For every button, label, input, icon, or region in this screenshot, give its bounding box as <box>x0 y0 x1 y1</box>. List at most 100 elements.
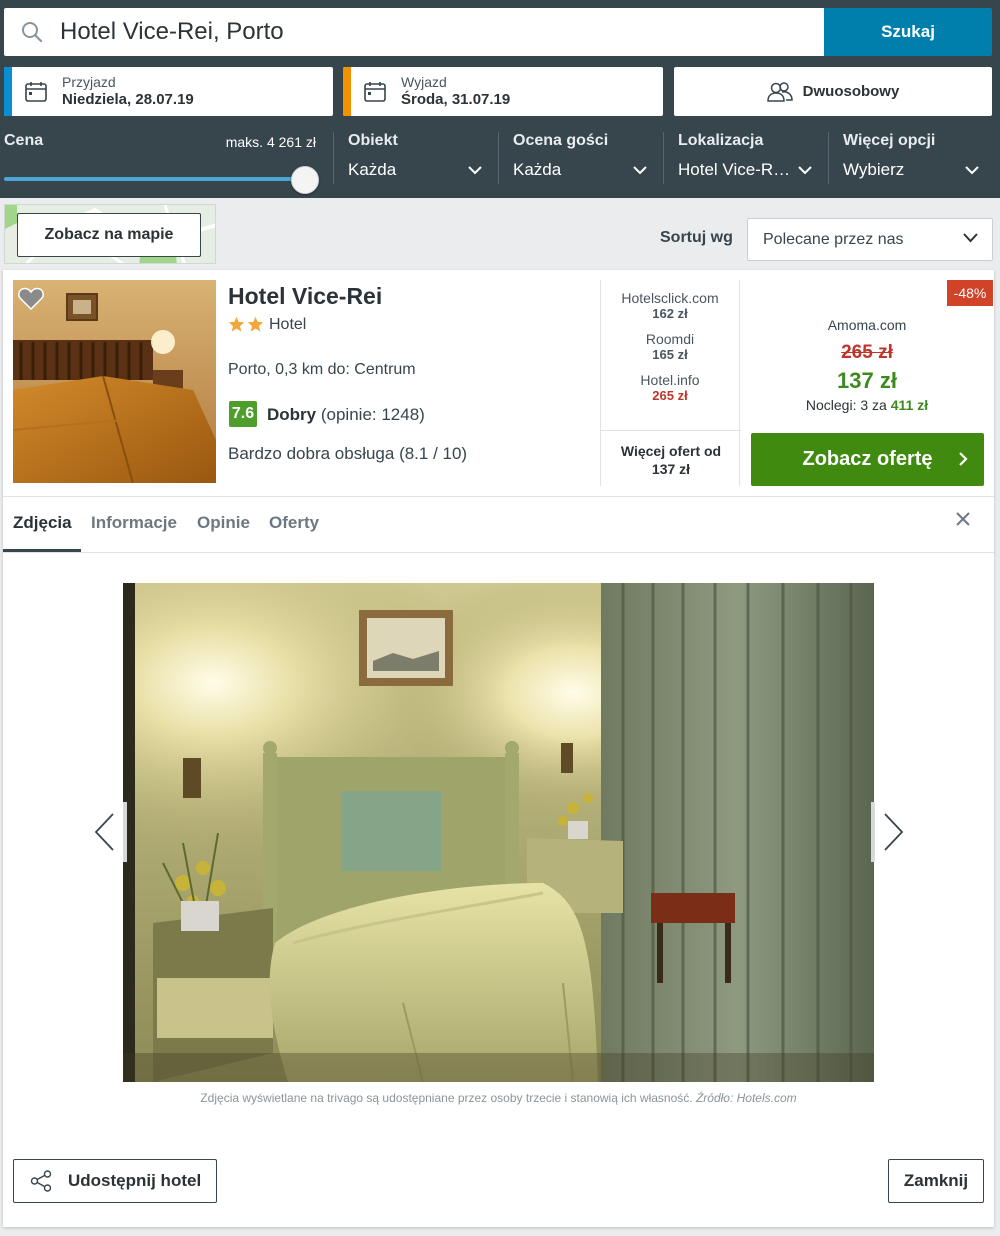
best-deal-old-price: 265 zł <box>841 342 893 363</box>
guests-icon <box>766 81 793 102</box>
gallery-prev-button[interactable] <box>81 802 127 862</box>
rating-word: Dobry <box>267 405 317 424</box>
offer-item[interactable]: Roomdi 165 zł <box>601 331 739 362</box>
sort-value: Polecane przez nas <box>763 230 904 248</box>
rating-summary[interactable]: Dobry (opinie: 1248) <box>267 405 425 425</box>
chevron-down-icon <box>965 166 979 175</box>
hotel-name[interactable]: Hotel Vice-Rei <box>228 283 382 310</box>
sort-select[interactable]: Polecane przez nas <box>747 218 993 261</box>
offer-item[interactable]: Hotelsclick.com 162 zł <box>601 290 739 321</box>
hotel-type: Hotel <box>269 316 307 333</box>
gallery-photo[interactable] <box>123 583 874 1082</box>
rating-count: (opinie: 1248) <box>320 405 425 424</box>
photo-credit-text: Zdjęcia wyświetlane na trivago są udostę… <box>200 1091 693 1105</box>
search-icon <box>4 21 60 43</box>
offer-site: Roomdi <box>645 331 695 347</box>
checkout-stripe <box>343 67 351 116</box>
room-type-selector[interactable]: Dwuosobowy <box>674 67 992 116</box>
offer-site: Hotelsclick.com <box>621 290 719 306</box>
hotel-thumbnail[interactable] <box>13 280 216 483</box>
chevron-down-icon <box>798 166 812 175</box>
tab-info[interactable]: Informacje <box>91 513 177 533</box>
filter-label: Ocena gości <box>513 132 609 149</box>
other-offers: Hotelsclick.com 162 zł Roomdi 165 zł Hot… <box>600 280 741 486</box>
hotel-location: Porto, 0,3 km do: Centrum <box>228 361 416 378</box>
search-button[interactable]: Szukaj <box>824 8 992 56</box>
offer-price: 165 zł <box>652 347 688 362</box>
photo-credit: Zdjęcia wyświetlane na trivago są udostę… <box>3 1091 994 1105</box>
view-map-button[interactable]: Zobacz na mapie <box>17 213 201 257</box>
share-icon <box>30 1170 52 1192</box>
star-icon <box>228 316 245 332</box>
chevron-down-icon <box>468 166 482 175</box>
hotel-result-card: Hotel Vice-Rei Hotel Porto, 0,3 km do: C… <box>3 270 994 1227</box>
offer-item[interactable]: Hotel.info 265 zł <box>601 372 739 403</box>
sort-label: Sortuj wg <box>660 229 733 246</box>
share-hotel-button[interactable]: Udostępnij hotel <box>13 1159 217 1203</box>
offer-price: 162 zł <box>652 306 688 321</box>
checkout-value: Środa, 31.07.19 <box>401 90 511 108</box>
checkout-field[interactable]: Wyjazd Środa, 31.07.19 <box>343 67 663 116</box>
filter-location[interactable]: Lokalizacja Hotel Vice-R… <box>678 132 818 184</box>
tab-deals[interactable]: Oferty <box>269 513 319 533</box>
price-filter: Cena maks. 4 261 zł <box>4 132 320 194</box>
calendar-icon <box>25 81 47 102</box>
chevron-right-icon <box>959 452 968 466</box>
more-offers-price: 137 zł <box>651 460 691 477</box>
more-offers-label: Więcej ofert od <box>620 443 722 459</box>
nights-total: 411 zł <box>890 397 929 413</box>
filter-property-type[interactable]: Obiekt Każda <box>348 132 488 184</box>
filter-divider <box>498 132 499 184</box>
checkin-field[interactable]: Przyjazd Niedziela, 28.07.19 <box>4 67 333 116</box>
price-max: maks. 4 261 zł <box>225 134 316 150</box>
close-icon[interactable] <box>956 512 970 526</box>
service-rating: Bardzo dobra obsługa (8.1 / 10) <box>228 444 468 463</box>
filter-value: Każda <box>348 160 397 179</box>
checkin-label: Przyjazd <box>62 74 116 91</box>
gallery-next-button[interactable] <box>871 802 917 862</box>
rating-badge: 7.6 <box>229 401 257 427</box>
share-label: Udostępnij hotel <box>68 1171 202 1190</box>
filter-label: Obiekt <box>348 132 398 149</box>
filter-more-options[interactable]: Więcej opcji Wybierz <box>843 132 985 184</box>
best-deal-site: Amoma.com <box>827 317 907 333</box>
filters-bar: Cena maks. 4 261 zł Obiekt Każda Ocena g… <box>0 124 1000 194</box>
chevron-right-icon <box>884 813 904 851</box>
filter-label: Więcej opcji <box>843 132 936 149</box>
more-offers-link[interactable]: Więcej ofert od 137 zł <box>601 430 741 478</box>
star-icon <box>247 316 264 332</box>
view-deal-label: Zobacz ofertę <box>802 448 933 470</box>
tab-reviews[interactable]: Opinie <box>197 513 250 533</box>
detail-tabs: Zdjęcia Informacje Opinie Oferty <box>3 497 994 553</box>
price-slider-track[interactable] <box>4 177 304 181</box>
price-slider-handle[interactable] <box>291 166 319 194</box>
favorite-heart-icon[interactable] <box>18 287 44 310</box>
filter-value: Każda <box>513 160 562 179</box>
filter-label: Lokalizacja <box>678 132 764 149</box>
search-query: Hotel Vice-Rei, Porto <box>60 18 284 45</box>
best-deal-total: Noclegi: 3 za 411 zł <box>751 397 983 413</box>
search-input[interactable]: Hotel Vice-Rei, Porto <box>4 8 824 56</box>
photo-credit-source: Źródło: Hotels.com <box>695 1091 797 1105</box>
hotel-stars <box>228 316 264 332</box>
checkin-value: Niedziela, 28.07.19 <box>62 90 194 108</box>
chevron-down-icon <box>633 166 647 175</box>
filter-divider <box>333 132 334 184</box>
filter-guest-rating[interactable]: Ocena gości Każda <box>513 132 653 184</box>
discount-badge: -48% <box>947 280 993 306</box>
offer-price: 265 zł <box>652 388 688 403</box>
filter-divider <box>828 132 829 184</box>
filter-divider <box>663 132 664 184</box>
close-button[interactable]: Zamknij <box>888 1159 984 1203</box>
best-deal-price: 137 zł <box>837 368 897 393</box>
tab-photos[interactable]: Zdjęcia <box>13 513 72 533</box>
view-deal-button[interactable]: Zobacz ofertę <box>751 433 984 486</box>
active-tab-indicator <box>3 549 81 552</box>
filter-value: Hotel Vice-R… <box>678 160 791 179</box>
chevron-down-icon <box>963 233 978 243</box>
checkout-label: Wyjazd <box>401 74 447 91</box>
chevron-left-icon <box>94 813 114 851</box>
checkin-stripe <box>4 67 12 116</box>
offer-site: Hotel.info <box>640 372 700 388</box>
nights-prefix: Noclegi: 3 za <box>805 397 887 413</box>
